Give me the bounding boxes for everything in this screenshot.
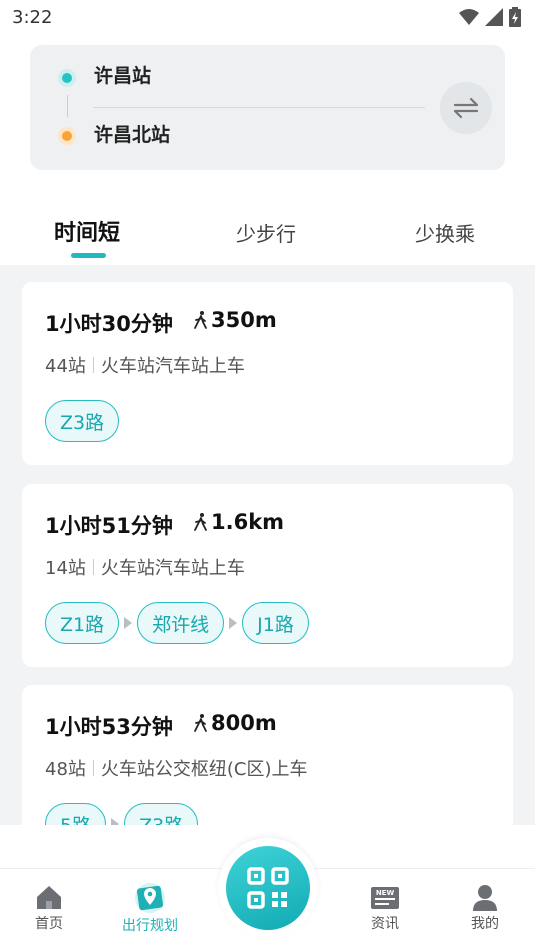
- end-dot-icon: [58, 127, 76, 145]
- boarding-point: 火车站汽车站上车: [100, 558, 245, 579]
- plan-duration: 1小时30分钟: [45, 312, 173, 336]
- stop-count: 48站: [45, 759, 86, 780]
- nav-label-mine: 我的: [471, 916, 499, 932]
- home-icon: [37, 886, 61, 909]
- plan-list[interactable]: 1小时30分钟 350m 44站 火车站汽车站上车 Z3路 1小时51分钟 1.…: [0, 265, 535, 825]
- plan-walk-distance: 1.6km: [193, 510, 284, 534]
- line-chips: Z1路 郑许线 J1路: [45, 602, 309, 644]
- nav-label-trip: 出行规划: [122, 918, 178, 934]
- nav-label-news: 资讯: [371, 916, 399, 932]
- tab-indicator: [71, 253, 106, 258]
- transfer-arrow-icon: [111, 818, 120, 825]
- nav-item-mine[interactable]: 我的: [445, 883, 525, 933]
- plan-walk-distance: 800m: [193, 711, 277, 735]
- route-card[interactable]: 许昌站 许昌北站: [30, 45, 505, 170]
- sort-tabs: 时间短 少步行 少换乘: [0, 205, 535, 265]
- swap-button[interactable]: [440, 82, 492, 134]
- walk-value: 350m: [211, 308, 277, 332]
- qr-code-icon: [247, 867, 289, 909]
- walk-value: 800m: [211, 711, 277, 735]
- line-chips: Z3路: [45, 400, 120, 442]
- plan-duration: 1小时53分钟: [45, 715, 173, 739]
- stop-count: 44站: [45, 356, 86, 377]
- tab-shortest-time[interactable]: 时间短: [54, 215, 120, 247]
- wifi-icon: [459, 9, 479, 25]
- meta-divider: [92, 357, 94, 373]
- walk-icon: [194, 714, 207, 732]
- status-bar: 3:22: [0, 0, 535, 36]
- swap-icon: [453, 97, 479, 119]
- plan-meta: 44站 火车站汽车站上车: [45, 352, 245, 378]
- walk-icon: [194, 513, 207, 531]
- route-divider: [93, 107, 425, 108]
- status-time: 3:22: [12, 7, 53, 28]
- qr-code-button-frame: [218, 838, 318, 938]
- line-chip[interactable]: 郑许线: [137, 602, 225, 644]
- news-badge: NEW: [376, 889, 395, 897]
- transfer-arrow-icon: [229, 617, 238, 629]
- nav-item-trip[interactable]: 出行规划: [110, 883, 190, 935]
- line-chip[interactable]: Z3路: [45, 400, 120, 442]
- boarding-point: 火车站公交枢纽(C区)上车: [100, 759, 308, 780]
- line-chips: 5路 Z3路: [45, 803, 199, 825]
- map-pin-icon: [135, 883, 165, 913]
- news-icon: NEW: [371, 887, 399, 909]
- boarding-point: 火车站汽车站上车: [100, 356, 245, 377]
- line-chip[interactable]: Z1路: [45, 602, 120, 644]
- route-destination[interactable]: 许昌北站: [94, 120, 170, 147]
- meta-divider: [92, 760, 94, 776]
- line-chip[interactable]: Z3路: [124, 803, 199, 825]
- nav-item-home[interactable]: 首页: [9, 883, 89, 933]
- plan-meta: 48站 火车站公交枢纽(C区)上车: [45, 755, 308, 781]
- line-chip[interactable]: 5路: [45, 803, 107, 825]
- transfer-arrow-icon: [124, 617, 133, 629]
- nav-item-news[interactable]: NEW 资讯: [345, 883, 425, 933]
- plan-card[interactable]: 1小时53分钟 800m 48站 火车站公交枢纽(C区)上车 5路 Z3路: [22, 685, 513, 825]
- start-dot-icon: [58, 69, 76, 87]
- battery-icon: [509, 7, 521, 27]
- walk-icon: [194, 311, 207, 329]
- signal-icon: [485, 8, 503, 26]
- walk-value: 1.6km: [211, 510, 285, 534]
- line-chip[interactable]: J1路: [242, 602, 309, 644]
- plan-duration: 1小时51分钟: [45, 514, 173, 538]
- plan-card[interactable]: 1小时30分钟 350m 44站 火车站汽车站上车 Z3路: [22, 282, 513, 465]
- status-icons: [459, 7, 521, 27]
- qr-code-button[interactable]: [226, 846, 310, 930]
- nav-label-home: 首页: [35, 916, 63, 932]
- route-origin[interactable]: 许昌站: [94, 61, 151, 88]
- meta-divider: [92, 559, 94, 575]
- plan-card[interactable]: 1小时51分钟 1.6km 14站 火车站汽车站上车 Z1路 郑许线 J1路: [22, 484, 513, 667]
- plan-meta: 14站 火车站汽车站上车: [45, 554, 245, 580]
- tab-less-walking[interactable]: 少步行: [236, 218, 296, 247]
- stop-count: 14站: [45, 558, 86, 579]
- plan-walk-distance: 350m: [193, 308, 277, 332]
- route-connector: [67, 95, 68, 117]
- person-icon: [473, 885, 497, 911]
- tab-fewer-transfers[interactable]: 少换乘: [415, 218, 475, 247]
